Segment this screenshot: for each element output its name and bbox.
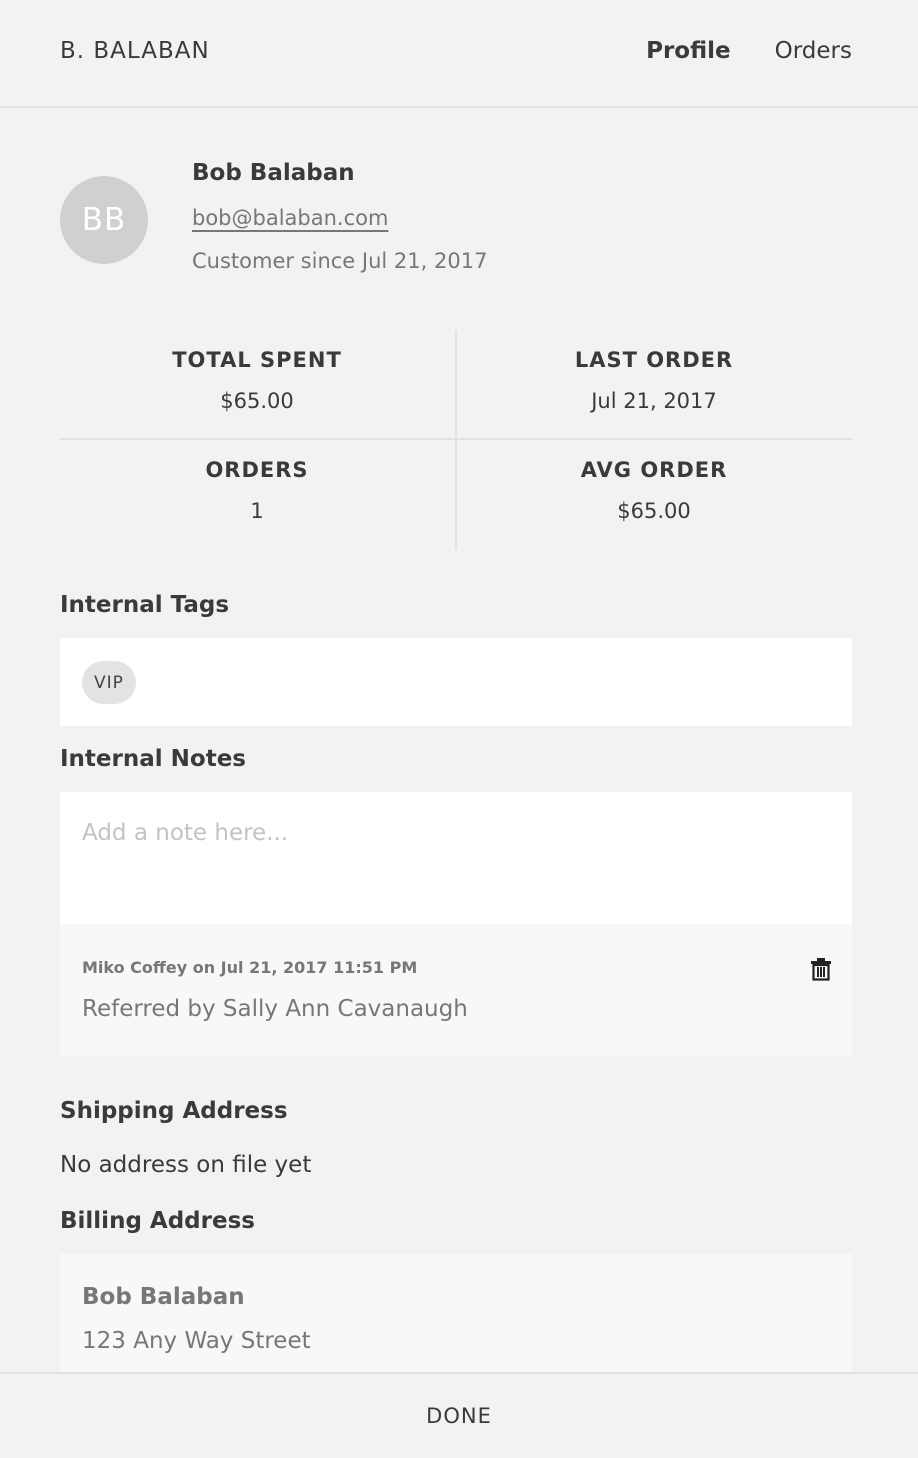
customer-stats: TOTAL SPENT $65.00 LAST ORDER Jul 21, 20… xyxy=(60,330,852,550)
billing-address-card: Bob Balaban 123 Any Way Street xyxy=(60,1254,852,1372)
stat-label: LAST ORDER xyxy=(574,348,734,372)
stat-value: $65.00 xyxy=(617,499,691,523)
internal-notes-heading: Internal Notes xyxy=(60,746,246,772)
tab-orders[interactable]: Orders xyxy=(775,38,852,64)
tab-profile[interactable]: Profile xyxy=(646,38,731,64)
stat-total-spent: TOTAL SPENT $65.00 xyxy=(60,348,454,413)
customer-since: Customer since Jul 21, 2017 xyxy=(192,249,488,273)
stat-last-order: LAST ORDER Jul 21, 2017 xyxy=(457,348,851,413)
billing-name: Bob Balaban xyxy=(82,1284,245,1310)
note-meta: Miko Coffey on Jul 21, 2017 11:51 PM xyxy=(82,958,418,977)
header-bar: B. BALABAN Profile Orders xyxy=(0,0,918,108)
customer-email-link[interactable]: bob@balaban.com xyxy=(192,206,388,230)
note-item: Miko Coffey on Jul 21, 2017 11:51 PM Ref… xyxy=(60,924,852,1056)
tags-field[interactable]: VIP xyxy=(60,638,852,726)
tag-vip[interactable]: VIP xyxy=(82,661,136,704)
note-input[interactable] xyxy=(60,792,852,924)
profile-nav: Profile Orders xyxy=(646,38,852,64)
billing-address-heading: Billing Address xyxy=(60,1208,255,1234)
billing-street: 123 Any Way Street xyxy=(82,1328,311,1354)
stat-orders: ORDERS 1 xyxy=(60,458,454,523)
shipping-address-heading: Shipping Address xyxy=(60,1098,288,1124)
profile-content[interactable]: BB Bob Balaban bob@balaban.com Customer … xyxy=(0,110,918,1372)
stat-avg-order: AVG ORDER $65.00 xyxy=(457,458,851,523)
stats-divider-horizontal xyxy=(60,438,852,440)
done-button[interactable]: DONE xyxy=(426,1404,492,1428)
stat-label: ORDERS xyxy=(205,458,309,482)
stat-value: $65.00 xyxy=(220,389,294,413)
note-text: Referred by Sally Ann Cavanaugh xyxy=(82,996,468,1022)
stat-value: Jul 21, 2017 xyxy=(591,389,717,413)
stat-label: TOTAL SPENT xyxy=(172,348,342,372)
footer-bar: DONE xyxy=(0,1372,918,1458)
customer-name: Bob Balaban xyxy=(192,160,355,186)
stat-label: AVG ORDER xyxy=(580,458,728,482)
trash-icon[interactable] xyxy=(810,957,832,981)
internal-tags-heading: Internal Tags xyxy=(60,592,230,618)
customer-short-title: B. BALABAN xyxy=(60,38,210,64)
customer-profile-panel: B. BALABAN Profile Orders BB Bob Balaban… xyxy=(0,0,918,1458)
shipping-address-text: No address on file yet xyxy=(60,1152,312,1178)
stat-value: 1 xyxy=(250,499,264,523)
avatar: BB xyxy=(60,176,148,264)
customer-summary: BB Bob Balaban bob@balaban.com Customer … xyxy=(60,158,860,298)
